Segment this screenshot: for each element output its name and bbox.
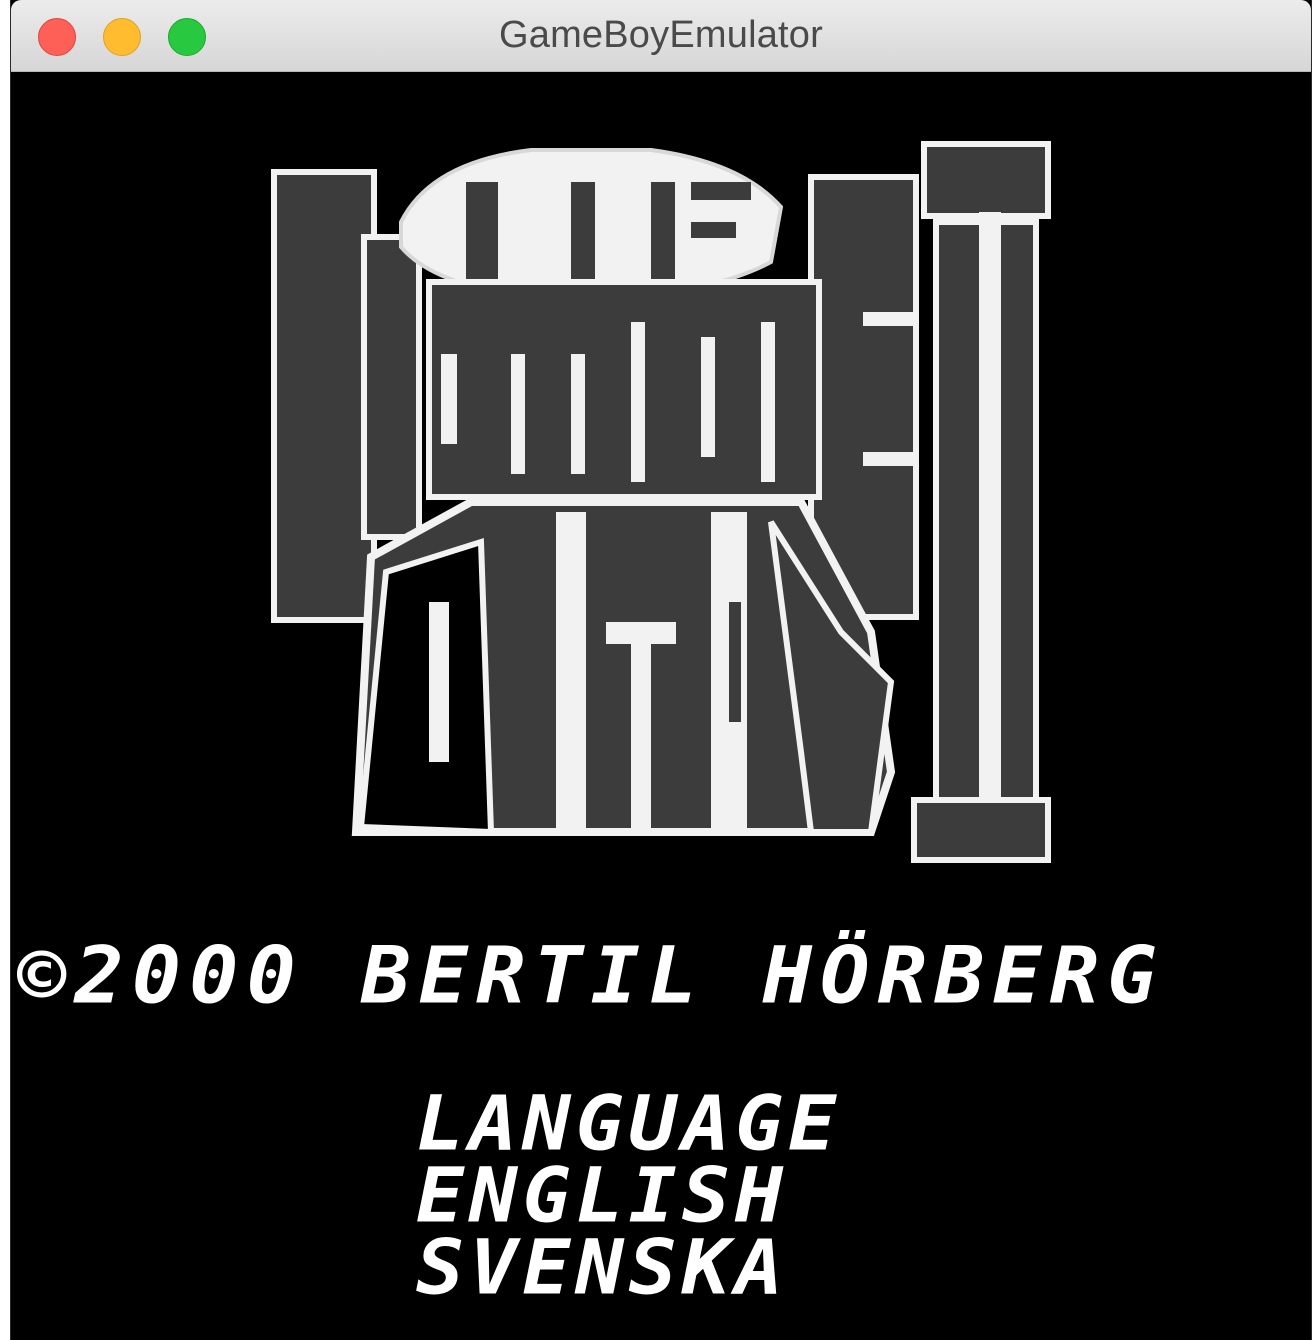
game-logo bbox=[271, 141, 1051, 863]
copyright-text: ©2000 BERTIL HÖRBERG bbox=[17, 931, 1165, 1022]
title-bar[interactable]: GameBoyEmulator bbox=[11, 0, 1311, 72]
logo-word-orrible bbox=[426, 279, 822, 500]
menu-option-svenska[interactable]: SVENSKA bbox=[416, 1230, 788, 1306]
window-title: GameBoyEmulator bbox=[498, 14, 823, 56]
logo-word-demon bbox=[351, 498, 896, 836]
game-screen[interactable]: ©2000 BERTIL HÖRBERG LANGUAGE ENGLISH SV… bbox=[11, 72, 1311, 1340]
logo-roman-two bbox=[911, 141, 1051, 863]
logo-word-the bbox=[399, 148, 784, 296]
emulator-window: GameBoyEmulator ©2000 BERTIL HÖRBERG LAN… bbox=[10, 0, 1312, 1340]
